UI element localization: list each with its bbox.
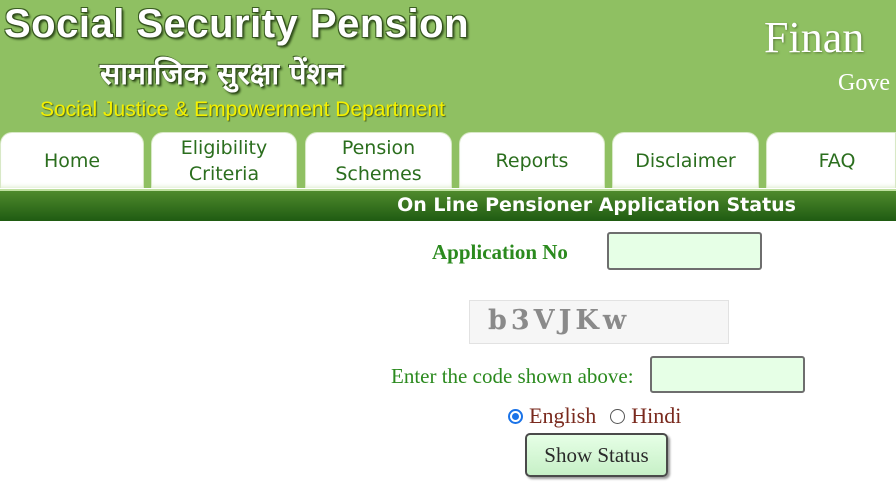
section-title: On Line Pensioner Application Status	[397, 194, 796, 216]
tab-pension-schemes[interactable]: Pension Schemes	[305, 132, 452, 188]
tab-label: Pension	[341, 136, 416, 159]
captcha-code-input[interactable]	[650, 356, 805, 393]
tab-faq[interactable]: FAQ	[766, 132, 896, 188]
government-subtitle: Gove	[838, 70, 890, 96]
tab-reports[interactable]: Reports	[459, 132, 605, 188]
site-header: Social Security Pension सामाजिक सुरक्षा …	[0, 0, 896, 128]
radio-english-label[interactable]: English	[529, 403, 596, 429]
tab-label-line2: Schemes	[335, 162, 422, 185]
department-name: Social Justice & Empowerment Department	[40, 98, 445, 121]
tab-label-line2: Criteria	[188, 162, 260, 185]
tab-label: FAQ	[818, 149, 856, 172]
application-no-label: Application No	[432, 240, 568, 264]
captcha-image: b3VJKw	[469, 300, 729, 344]
captcha-text: b3VJKw	[488, 305, 631, 336]
radio-hindi[interactable]	[610, 408, 626, 424]
site-title-hindi: सामाजिक सुरक्षा पेंशन	[100, 57, 344, 92]
site-title-english: Social Security Pension	[4, 2, 469, 46]
tab-disclaimer[interactable]: Disclaimer	[612, 132, 759, 188]
tab-eligibility-criteria[interactable]: Eligibility Criteria	[151, 132, 297, 188]
language-selector: English Hindi	[508, 403, 681, 429]
captcha-code-label: Enter the code shown above:	[391, 364, 634, 388]
show-status-button[interactable]: Show Status	[525, 433, 668, 477]
application-no-input[interactable]	[607, 232, 762, 270]
tab-label: Eligibility	[180, 136, 268, 159]
radio-english[interactable]	[508, 408, 523, 424]
radio-hindi-label[interactable]: Hindi	[631, 403, 681, 429]
finance-title: Finan	[764, 13, 865, 62]
tab-label: Reports	[495, 149, 569, 172]
tab-label: Disclaimer	[635, 149, 736, 172]
section-title-bar: On Line Pensioner Application Status	[0, 189, 896, 221]
tab-label: Home	[43, 149, 101, 172]
tab-home[interactable]: Home	[0, 132, 144, 188]
main-nav: Home Eligibility Criteria Pension Scheme…	[0, 128, 896, 188]
